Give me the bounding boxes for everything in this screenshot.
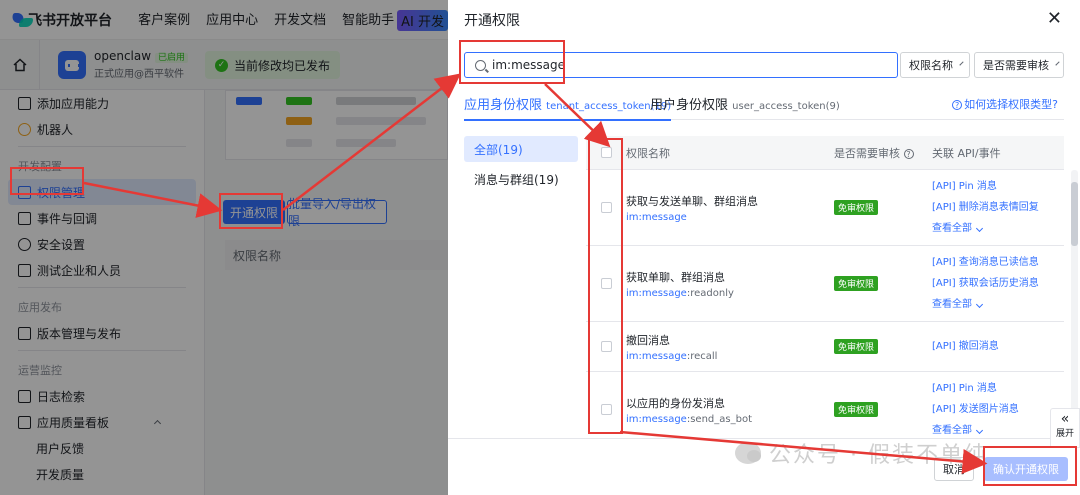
- table-row: 以应用的身份发消息 im:message:send_as_bot 免审权限 [AP…: [586, 372, 1064, 436]
- annotation-box-confirm: [983, 446, 1077, 486]
- permission-table-header: 权限名称 是否需要审核 ? 关联 API/事件: [586, 136, 1064, 170]
- chevron-down-icon: [1055, 61, 1060, 66]
- audit-badge: 免审权限: [834, 339, 879, 354]
- table-row: 获取与发送单聊、群组消息 im:message 免审权限 [API] Pin 消息…: [586, 170, 1064, 246]
- audit-badge: 免审权限: [834, 200, 879, 215]
- wechat-icon: [735, 442, 761, 464]
- audit-badge: 免审权限: [834, 276, 879, 291]
- annotation-box-checkboxes: [588, 138, 623, 434]
- table-row: 获取单聊、群组消息 im:message:readonly 免审权限 [API] …: [586, 246, 1064, 322]
- perm-name: 获取与发送单聊、群组消息: [626, 194, 758, 208]
- api-link[interactable]: [API] 获取会话历史消息: [932, 273, 1064, 294]
- perm-code: im:message:send_as_bot: [626, 413, 752, 425]
- chevron-down-icon: [976, 224, 984, 233]
- modal-backdrop[interactable]: [0, 0, 448, 495]
- perm-code: im:message:recall: [626, 350, 718, 362]
- question-icon: ?: [952, 100, 963, 110]
- tab-user-token[interactable]: 用户身份权限 user_access_token(9): [650, 94, 840, 113]
- view-all-link[interactable]: 查看全部: [932, 294, 1064, 315]
- filter-audit-select[interactable]: 是否需要审核: [974, 52, 1064, 78]
- api-link[interactable]: [API] 删除消息表情回复: [932, 197, 1064, 218]
- table-row: 撤回消息 im:message:recall 免审权限 [API] 撤回消息: [586, 322, 1064, 372]
- annotation-box-sidebar: [10, 167, 84, 195]
- expand-panel-button[interactable]: «展开: [1050, 408, 1080, 448]
- tab-tenant-token[interactable]: 应用身份权限 tenant_access_token(19): [464, 94, 672, 121]
- chevron-down-icon: [959, 61, 964, 66]
- category-messages[interactable]: 消息与群组(19): [464, 166, 578, 192]
- col-api: 关联 API/事件: [932, 146, 1001, 160]
- perm-name: 撤回消息: [626, 333, 670, 347]
- perm-name: 以应用的身份发消息: [626, 396, 725, 410]
- col-perm-name: 权限名称: [626, 146, 670, 160]
- category-list: 全部(19) 消息与群组(19): [464, 136, 578, 196]
- info-icon: ?: [903, 148, 914, 159]
- audit-badge: 免审权限: [834, 402, 879, 417]
- perm-code: im:message: [626, 211, 687, 223]
- close-icon[interactable]: ✕: [1047, 8, 1062, 29]
- table-scrollbar[interactable]: [1071, 170, 1078, 438]
- view-all-link[interactable]: 查看全部: [932, 420, 1064, 436]
- perm-code: im:message:readonly: [626, 287, 734, 299]
- api-link[interactable]: [API] 撤回消息: [932, 336, 1064, 357]
- annotation-box-search: [459, 40, 565, 84]
- chevron-down-icon: [976, 426, 984, 435]
- col-audit: 是否需要审核 ?: [834, 145, 932, 161]
- view-all-link[interactable]: 查看全部: [932, 218, 1064, 239]
- chevron-down-icon: [976, 300, 984, 309]
- perm-type-help-link[interactable]: ? 如何选择权限类型?: [952, 96, 1058, 112]
- category-all[interactable]: 全部(19): [464, 136, 578, 162]
- annotation-box-open-button: [219, 193, 283, 229]
- api-link[interactable]: [API] Pin 消息: [932, 176, 1064, 197]
- dialog-title: 开通权限: [464, 13, 520, 29]
- perm-name: 获取单聊、群组消息: [626, 270, 725, 284]
- api-link[interactable]: [API] 发送图片消息: [932, 399, 1064, 420]
- api-link[interactable]: [API] 查询消息已读信息: [932, 252, 1064, 273]
- watermark: 公众号 · 假装不单纯: [735, 437, 988, 469]
- filter-perm-name-select[interactable]: 权限名称: [900, 52, 970, 78]
- double-chevron-left-icon: «: [1060, 411, 1070, 427]
- permission-table: 权限名称 是否需要审核 ? 关联 API/事件 获取与发送单聊、群组消息 im:m…: [586, 136, 1064, 436]
- api-link[interactable]: [API] Pin 消息: [932, 378, 1064, 399]
